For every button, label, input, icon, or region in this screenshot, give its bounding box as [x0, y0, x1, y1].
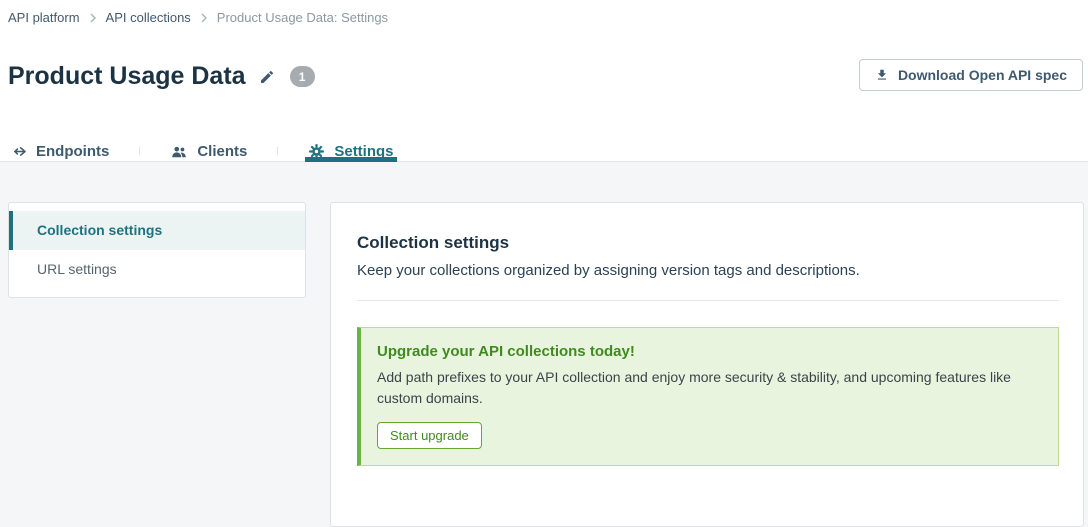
sidebar-item-url-settings[interactable]: URL settings [9, 250, 305, 289]
tab-clients[interactable]: Clients [140, 143, 277, 161]
breadcrumb-link-api-platform[interactable]: API platform [8, 10, 80, 25]
tab-endpoints-label: Endpoints [36, 143, 110, 160]
settings-sidebar: Collection settings URL settings [8, 201, 306, 298]
panel-heading: Collection settings [357, 232, 510, 252]
tab-settings-label: Settings [334, 143, 394, 160]
sidebar-item-label: Collection settings [37, 222, 163, 238]
tab-settings[interactable]: Settings [278, 143, 423, 162]
panel-divider [357, 299, 1059, 301]
edit-title-pencil-icon[interactable] [259, 69, 275, 85]
upgrade-alert-title: Upgrade your API collections today! [377, 342, 635, 360]
breadcrumb-current-page: Product Usage Data: Settings [216, 10, 389, 25]
breadcrumb: API platform API collections Product Usa… [0, 0, 1088, 25]
chevron-right-icon [200, 13, 208, 23]
gear-icon [308, 143, 325, 160]
clients-icon [170, 143, 188, 161]
collection-settings-panel: Collection settings Keep your collection… [330, 201, 1084, 527]
chevron-right-icon [89, 13, 97, 23]
upgrade-alert-body: Add path prefixes to your API collection… [377, 368, 1011, 406]
endpoints-icon [10, 143, 27, 160]
version-count-badge: 1 [289, 66, 315, 88]
upgrade-alert: Upgrade your API collections today! Add … [357, 326, 1059, 466]
download-open-api-spec-button[interactable]: Download Open API spec [858, 59, 1083, 91]
sidebar-item-label: URL settings [37, 261, 117, 277]
breadcrumb-link-api-collections[interactable]: API collections [106, 10, 191, 25]
tab-clients-label: Clients [197, 143, 248, 160]
sidebar-item-collection-settings[interactable]: Collection settings [9, 210, 305, 250]
download-button-label: Download Open API spec [897, 67, 1067, 83]
settings-content-area: Collection settings URL settings Collect… [0, 161, 1088, 527]
page-header: Product Usage Data 1 Download Open API s… [0, 59, 1088, 91]
start-upgrade-button[interactable]: Start upgrade [377, 421, 482, 449]
page-title: Product Usage Data [8, 62, 246, 90]
collection-tabbar: Endpoints Clients Settings [0, 142, 1088, 162]
download-icon [875, 68, 889, 82]
tab-endpoints[interactable]: Endpoints [0, 143, 139, 161]
panel-description: Keep your collections organized by assig… [357, 261, 860, 279]
